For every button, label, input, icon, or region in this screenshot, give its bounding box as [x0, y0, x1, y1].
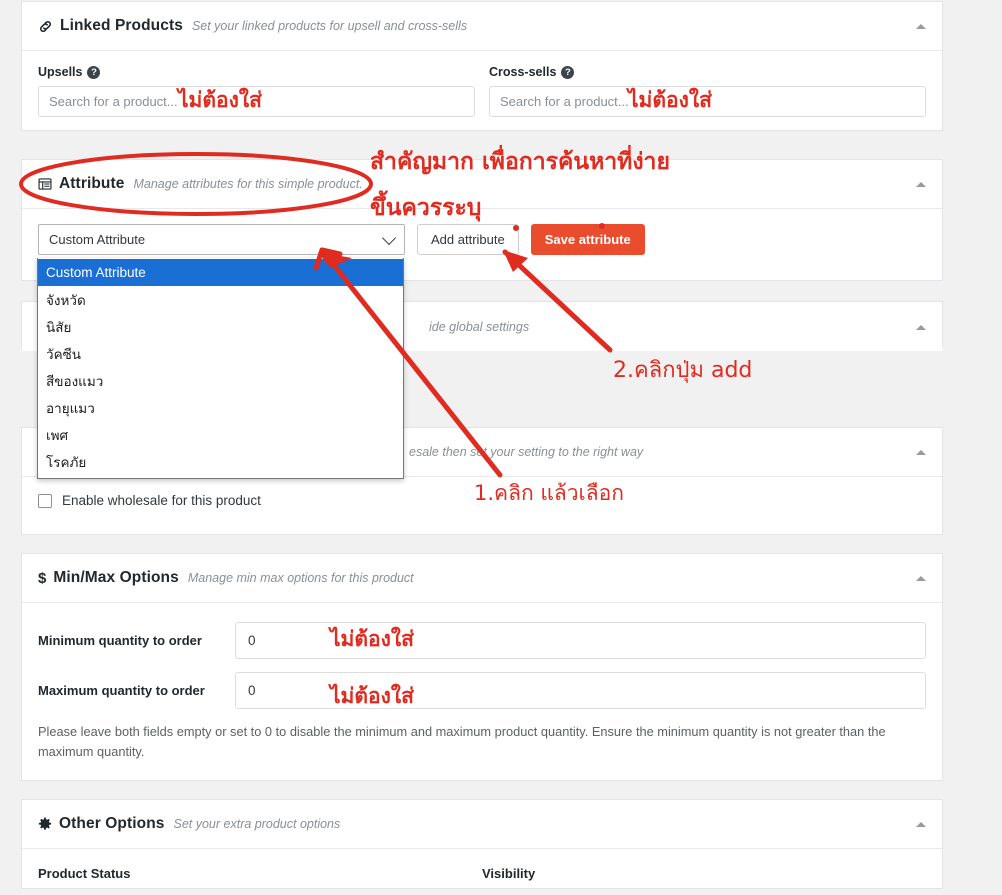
caret-up-icon[interactable]	[916, 24, 926, 29]
enable-wholesale-checkbox[interactable]	[38, 493, 52, 508]
visibility-label: Visibility	[482, 866, 536, 881]
attribute-header[interactable]: Attribute Manage attributes for this sim…	[22, 160, 942, 209]
enable-wholesale-row[interactable]: Enable wholesale for this product	[38, 493, 926, 508]
option-habit[interactable]: นิสัย	[38, 313, 403, 340]
linked-products-body: Upsells ? Cross-sells ?	[22, 51, 942, 131]
other-options-panel: Other Options Set your extra product opt…	[21, 799, 943, 889]
option-sex[interactable]: เพศ	[38, 421, 403, 448]
add-attribute-button[interactable]: Add attribute	[417, 224, 519, 255]
attribute-select-value: Custom Attribute	[49, 232, 146, 247]
panel-title: Min/Max Options	[53, 569, 179, 586]
save-attribute-button[interactable]: Save attribute	[530, 224, 645, 255]
min-max-body: Minimum quantity to order Maximum quanti…	[22, 603, 942, 762]
link-icon	[38, 19, 53, 34]
caret-up-icon[interactable]	[916, 182, 926, 187]
panel-subtitle: Manage attributes for this simple produc…	[133, 177, 363, 191]
attribute-select-wrapper: Custom Attribute	[38, 224, 405, 255]
maximum-quantity-label: Maximum quantity to order	[38, 683, 205, 698]
panel-subtitle: ide global settings	[429, 319, 530, 334]
gear-icon	[38, 817, 52, 831]
panel-subtitle: esale then set your setting to the right…	[409, 445, 644, 459]
upsells-field-group: Upsells ?	[38, 65, 475, 117]
min-max-header[interactable]: $ Min/Max Options Manage min max options…	[22, 554, 942, 603]
maximum-quantity-input[interactable]	[235, 672, 926, 709]
attribute-select[interactable]: Custom Attribute	[38, 224, 405, 255]
option-province[interactable]: จังหวัด	[38, 286, 403, 313]
product-settings-page: Linked Products Set your linked products…	[0, 0, 1002, 889]
option-disease[interactable]: โรคภัย	[38, 448, 403, 475]
panel-title: Linked Products	[60, 17, 183, 34]
panel-subtitle: Manage min max options for this product	[187, 571, 414, 585]
table-list-icon	[38, 177, 52, 191]
cross-sells-input[interactable]	[489, 86, 926, 117]
wholesale-body: Enable wholesale for this product	[22, 477, 942, 522]
product-status-label: Product Status	[38, 866, 131, 881]
min-max-note: Please leave both fields empty or set to…	[38, 724, 886, 759]
option-cat-color[interactable]: สีของแมว	[38, 367, 403, 394]
linked-products-header[interactable]: Linked Products Set your linked products…	[22, 2, 942, 51]
upsells-label: Upsells ?	[38, 65, 475, 79]
question-mark-icon[interactable]: ?	[87, 65, 101, 79]
cross-sells-label: Cross-sells ?	[489, 65, 926, 79]
annotation-step-2-click-add: 2.คลิกปุ่ม add	[613, 358, 753, 383]
cross-sells-label-text: Cross-sells	[489, 65, 557, 79]
enable-wholesale-label: Enable wholesale for this product	[62, 493, 261, 508]
option-cat-age[interactable]: อายุแมว	[38, 394, 403, 421]
minimum-quantity-row: Minimum quantity to order	[38, 622, 926, 659]
other-options-body: Product Status Visibility	[22, 849, 942, 895]
panel-subtitle: Set your linked products for upsell and …	[191, 19, 468, 33]
panel-subtitle: Set your extra product options	[173, 817, 341, 831]
minimum-quantity-input[interactable]	[235, 622, 926, 659]
option-vaccine[interactable]: วัคซีน	[38, 340, 403, 367]
upsells-label-text: Upsells	[38, 65, 83, 79]
upsells-input[interactable]	[38, 86, 475, 117]
maximum-quantity-row: Maximum quantity to order	[38, 672, 926, 709]
panel-title: Attribute	[59, 175, 125, 192]
minimum-quantity-label: Minimum quantity to order	[38, 633, 202, 648]
caret-up-icon[interactable]	[916, 324, 926, 330]
dollar-icon: $	[38, 569, 47, 587]
caret-up-icon[interactable]	[916, 576, 926, 581]
panel-title: Other Options	[59, 815, 165, 832]
other-options-header[interactable]: Other Options Set your extra product opt…	[22, 800, 942, 849]
linked-products-panel: Linked Products Set your linked products…	[21, 1, 943, 131]
option-custom-attribute[interactable]: Custom Attribute	[38, 259, 403, 286]
cross-sells-field-group: Cross-sells ?	[489, 65, 926, 117]
chevron-down-icon[interactable]	[381, 230, 397, 246]
caret-up-icon[interactable]	[916, 450, 926, 455]
attribute-select-options-list[interactable]: Custom Attribute จังหวัด นิสัย วัคซีน สี…	[37, 258, 404, 479]
caret-up-icon[interactable]	[916, 822, 926, 827]
min-max-options-panel: $ Min/Max Options Manage min max options…	[21, 553, 943, 781]
question-mark-icon[interactable]: ?	[561, 65, 575, 79]
